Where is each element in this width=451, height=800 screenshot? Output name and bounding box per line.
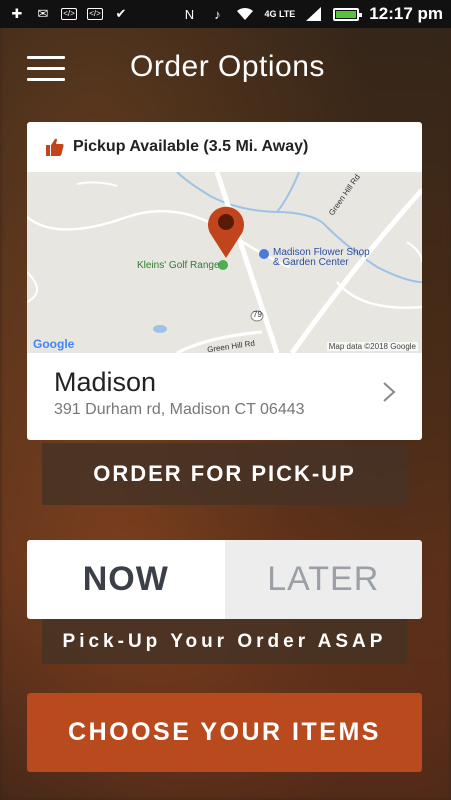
mail-icon: ✉ [37, 6, 49, 21]
location-name: Madison [54, 367, 157, 397]
wifi-icon [236, 6, 254, 22]
later-option[interactable]: LATER [224, 540, 422, 619]
page-title: Order Options [130, 50, 325, 83]
code-icon: </> [60, 6, 78, 22]
status-bar: ✚ ✉ </> </> ✔ N ♪ 4G LTE 12:17 pm [0, 0, 451, 28]
mute-icon: ♪ [214, 6, 221, 22]
nfc-icon: N [184, 6, 195, 22]
network-icon: 4G LTE [264, 9, 296, 19]
location-map[interactable]: Kleins' Golf Range Madison Flower Shop &… [27, 172, 422, 353]
order-for-pickup-button[interactable]: ORDER FOR PICK-UP [42, 443, 407, 505]
add-icon: ✚ [11, 6, 23, 21]
thumbs-up-icon [46, 138, 64, 156]
app-header: Order Options [0, 28, 451, 110]
choose-items-button[interactable]: CHOOSE YOUR ITEMS [27, 693, 422, 772]
signal-icon [305, 6, 323, 22]
map-label-golf: Kleins' Golf Range [137, 260, 220, 271]
map-attribution: Map data ©2018 Google [326, 342, 418, 351]
hamburger-menu-icon[interactable] [27, 56, 65, 82]
pickup-available-text: Pickup Available (3.5 Mi. Away) [73, 138, 309, 155]
google-logo: Google [33, 337, 75, 351]
chevron-right-icon [383, 382, 396, 402]
location-card: Pickup Available (3.5 Mi. Away) Kleins' … [27, 122, 422, 440]
check-icon: ✔ [115, 6, 127, 21]
now-option[interactable]: NOW [27, 540, 225, 619]
pickup-asap-note: Pick-Up Your Order ASAP [42, 619, 407, 664]
clock: 12:17 pm [369, 4, 443, 23]
map-label-flower-shop: Madison Flower Shop & Garden Center [273, 247, 370, 268]
location-address: 391 Durham rd, Madison CT 06443 [54, 401, 305, 418]
timing-toggle: NOW LATER [27, 540, 422, 619]
map-label-route: 79 [253, 310, 262, 319]
location-pin-icon [208, 206, 244, 258]
code-icon-2: </> [86, 6, 104, 22]
pickup-availability: Pickup Available (3.5 Mi. Away) [27, 122, 422, 172]
location-selector[interactable]: Madison 391 Durham rd, Madison CT 06443 [27, 353, 422, 440]
battery-icon [333, 7, 363, 21]
